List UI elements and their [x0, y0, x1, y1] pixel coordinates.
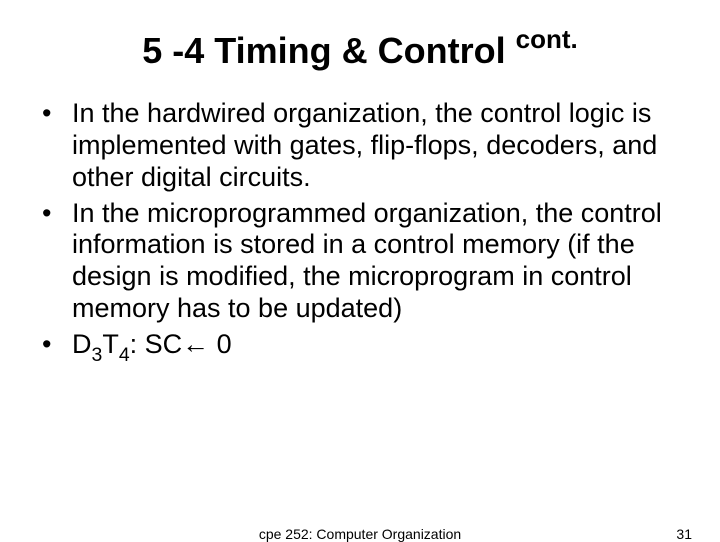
list-item: In the microprogrammed organization, the… [38, 198, 682, 325]
title-main: 5 -4 Timing & Control [142, 30, 515, 71]
slide-title: 5 -4 Timing & Control cont. [38, 26, 682, 72]
bullet-text: In the hardwired organization, the contr… [72, 98, 657, 192]
bullet-text: D3T4: SC← 0 [72, 329, 232, 359]
title-superscript: cont. [516, 24, 578, 54]
bullet-text: In the microprogrammed organization, the… [72, 198, 662, 324]
bullet-list: In the hardwired organization, the contr… [38, 98, 682, 365]
list-item: In the hardwired organization, the contr… [38, 98, 682, 194]
list-item: D3T4: SC← 0 [38, 329, 682, 365]
